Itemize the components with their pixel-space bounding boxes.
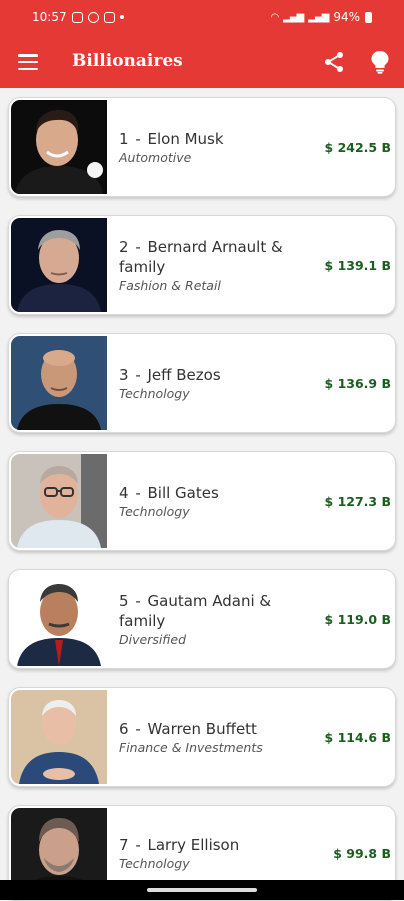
notification-icon	[71, 11, 83, 23]
rank-number: 4	[119, 483, 129, 502]
billionaire-industry: Automotive	[119, 149, 192, 165]
billionaire-card[interactable]: 5 - Gautam Adani & family Diversified $ …	[8, 569, 396, 669]
billionaire-industry: Technology	[119, 855, 190, 871]
billionaire-industry: Finance & Investments	[119, 739, 263, 755]
billionaire-card[interactable]: 3 - Jeff Bezos Technology $ 136.9 B	[8, 333, 396, 433]
billionaire-photo	[11, 454, 107, 548]
billionaire-industry: Technology	[119, 503, 190, 519]
net-worth: $ 114.6 B	[324, 729, 391, 745]
wifi-icon: ◠	[270, 11, 279, 23]
billionaire-photo	[11, 218, 107, 312]
whatsapp-icon	[87, 11, 99, 23]
rank-number: 6	[119, 719, 129, 738]
lightbulb-icon[interactable]	[370, 50, 390, 74]
billionaire-photo	[11, 690, 107, 784]
billionaire-card[interactable]: 1 - Elon Musk Automotive $ 242.5 B	[8, 97, 396, 197]
rank-number: 3	[119, 365, 129, 384]
billionaire-name: Jeff Bezos	[147, 365, 221, 384]
more-notifications-icon	[119, 15, 124, 19]
billionaire-photo	[11, 572, 107, 666]
share-icon[interactable]	[322, 50, 346, 74]
billionaire-name: Larry Ellison	[147, 835, 240, 854]
billionaire-industry: Fashion & Retail	[119, 277, 221, 293]
net-worth: $ 127.3 B	[324, 493, 391, 509]
net-worth: $ 242.5 B	[324, 139, 391, 155]
battery-level: 94%	[333, 10, 360, 24]
net-worth: $ 136.9 B	[324, 375, 391, 391]
rank-number: 7	[119, 835, 129, 854]
billionaire-card[interactable]: 6 - Warren Buffett Finance & Investments…	[8, 687, 396, 787]
billionaire-name: Bill Gates	[147, 483, 219, 502]
status-time: 10:57	[32, 10, 67, 24]
rank-number: 5	[119, 591, 129, 610]
billionaire-name: Elon Musk	[147, 129, 224, 148]
billionaire-industry: Technology	[119, 385, 190, 401]
page-title: Billionaires	[72, 51, 183, 71]
billionaire-name: Warren Buffett	[147, 719, 257, 738]
net-worth: $ 139.1 B	[324, 257, 391, 273]
status-bar: 10:57 ◠ ▂▄▆ ▂▄▆ 94%	[0, 0, 404, 36]
signal-icon: ▂▄▆	[283, 11, 304, 23]
system-nav-bar	[0, 880, 404, 900]
app-bar: Billionaires	[0, 36, 404, 88]
menu-icon[interactable]	[18, 54, 38, 71]
rank-number: 1	[119, 129, 129, 148]
billionaire-card[interactable]: 2 - Bernard Arnault & family Fashion & R…	[8, 215, 396, 315]
signal-icon-2: ▂▄▆	[308, 11, 329, 23]
billionaire-card[interactable]: 4 - Bill Gates Technology $ 127.3 B	[8, 451, 396, 551]
rank-number: 2	[119, 237, 129, 256]
gallery-icon	[103, 11, 115, 23]
billionaire-photo	[11, 336, 107, 430]
net-worth: $ 119.0 B	[324, 611, 391, 627]
billionaire-photo	[11, 100, 107, 194]
billionaire-industry: Diversified	[119, 631, 187, 647]
home-gesture-handle[interactable]	[147, 888, 257, 892]
battery-icon	[365, 11, 372, 23]
